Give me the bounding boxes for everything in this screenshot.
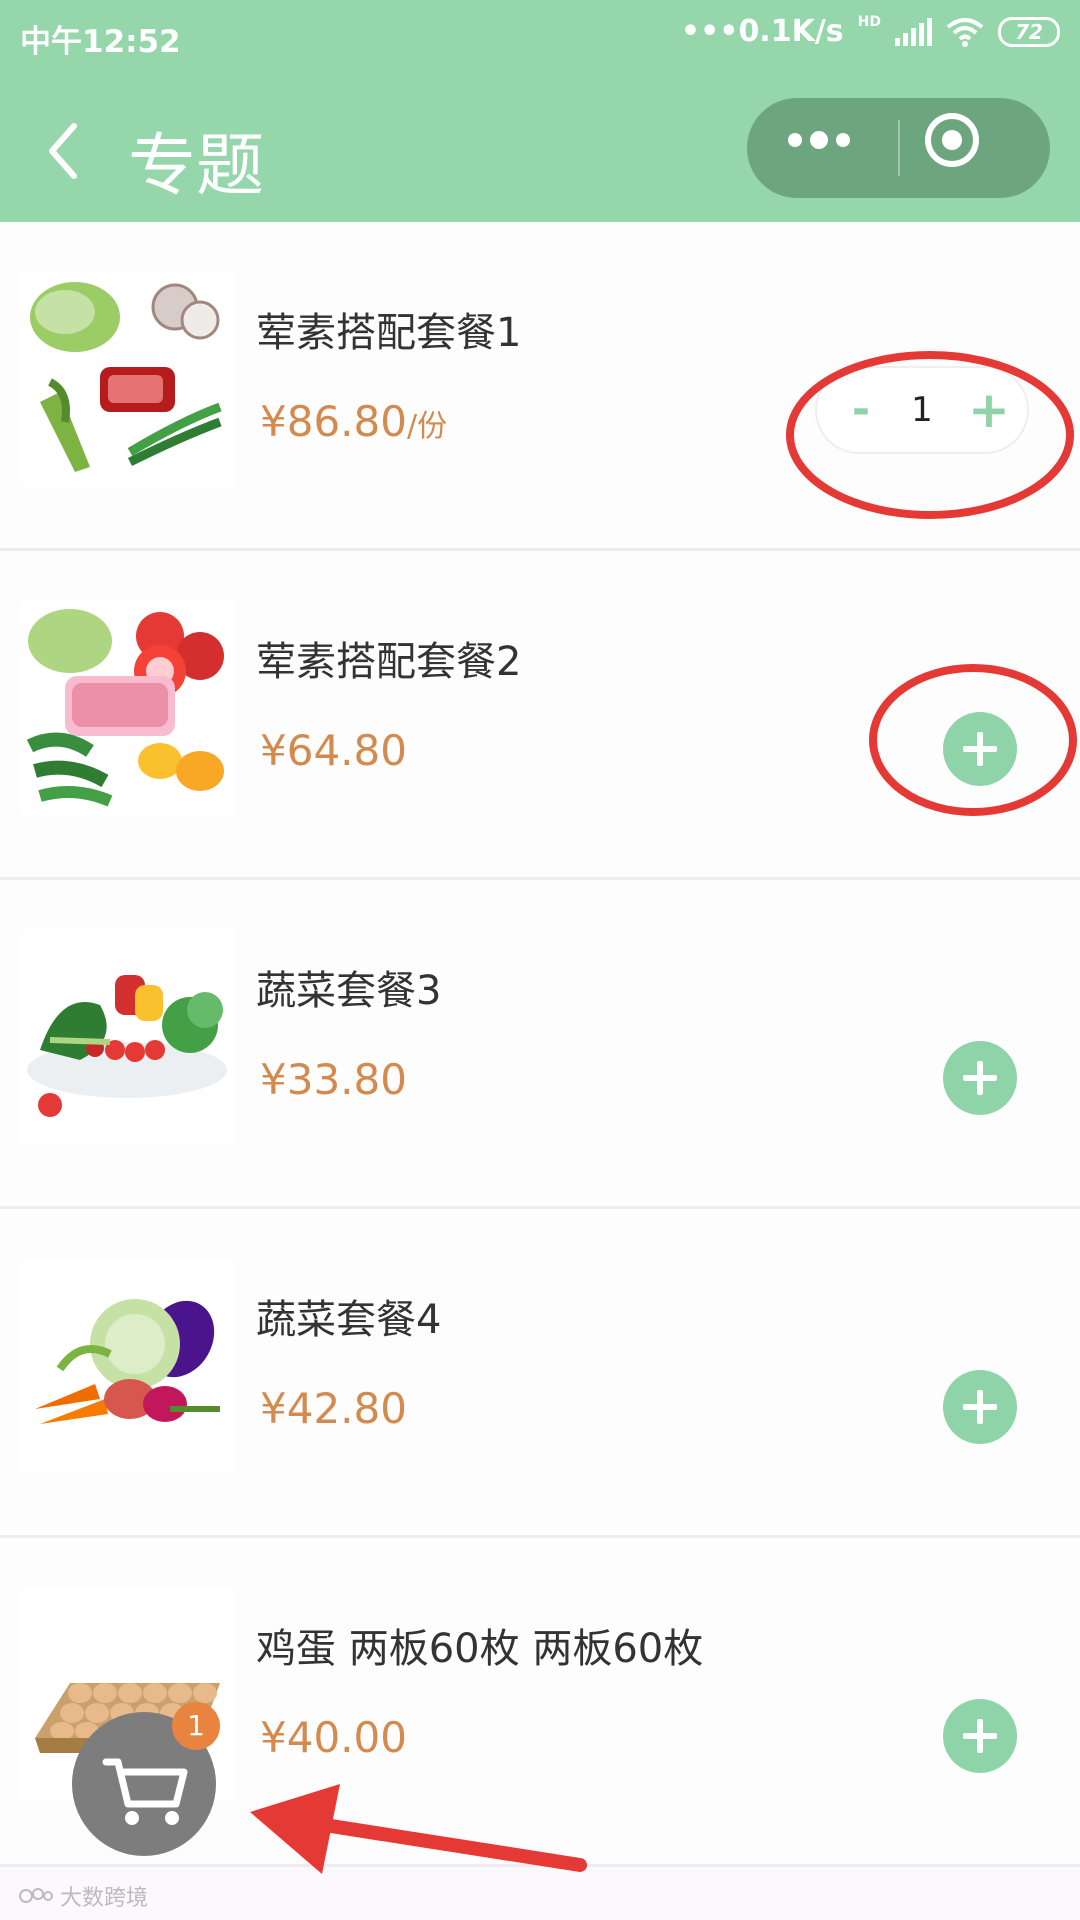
product-name: 蔬菜套餐4 [256,1297,442,1343]
product-list: 荤素搭配套餐1 ¥86.80/份 - 1 + 荤素搭配套餐2 ¥64.80 蔬菜… [0,222,1080,1867]
add-to-cart-button[interactable] [943,1699,1017,1773]
vegetables-meat-icon [20,272,234,486]
signal-icon [895,17,932,46]
close-button[interactable] [900,98,1050,198]
product-row[interactable]: 蔬菜套餐3 ¥33.80 [0,880,1080,1209]
add-to-cart-button[interactable] [943,1041,1017,1115]
add-to-cart-button[interactable] [943,1370,1017,1444]
top-bar: 中午12:52 •••0.1K/s HD 72 专题 [0,0,1080,222]
decrease-button[interactable]: - [841,382,881,438]
product-row[interactable]: 蔬菜套餐4 ¥42.80 [0,1209,1080,1538]
tomato-meat-pepper-icon [20,601,234,815]
page-title: 专题 [128,127,265,206]
watermark: 大数跨境 [18,1880,148,1912]
wifi-icon [946,17,984,47]
product-name: 荤素搭配套餐2 [256,639,522,685]
quantity-stepper: - 1 + [815,366,1029,454]
battery-icon: 72 [998,16,1060,47]
network-speed: •••0.1K/s [680,14,844,49]
watermark-logo-icon [19,1888,53,1903]
product-name: 荤素搭配套餐1 [256,310,522,356]
vegetable-plate-icon [20,930,234,1144]
product-name: 蔬菜套餐3 [256,968,442,1014]
quantity-value: 1 [911,390,933,430]
more-button[interactable] [747,98,897,198]
hd-label: HD [857,14,881,30]
cabbage-vegetables-icon [20,1259,234,1473]
mini-program-capsule [747,98,1050,198]
back-button[interactable] [40,116,90,186]
increase-button[interactable]: + [967,382,1011,438]
product-price: ¥42.80 [260,1384,407,1433]
product-price: ¥33.80 [260,1055,407,1104]
nav-bar: 专题 [0,80,1080,220]
more-dots-icon [788,131,850,149]
cart-badge: 1 [172,1702,220,1750]
status-time: 中午12:52 [20,24,181,60]
status-bar: 中午12:52 •••0.1K/s HD 72 [0,0,1080,70]
product-price: ¥64.80 [260,726,407,775]
status-icons: •••0.1K/s HD 72 [681,14,1060,49]
chevron-left-icon [49,123,77,179]
target-close-icon [925,113,979,167]
product-price: ¥86.80/份 [260,397,448,446]
add-to-cart-button[interactable] [943,712,1017,786]
price-unit: /份 [406,409,448,444]
watermark-text: 大数跨境 [60,1886,149,1911]
product-row[interactable]: 荤素搭配套餐1 ¥86.80/份 - 1 + [0,222,1080,551]
product-price: ¥40.00 [260,1713,407,1762]
product-name: 鸡蛋 两板60枚 两板60枚 [256,1626,704,1672]
product-row[interactable]: 荤素搭配套餐2 ¥64.80 [0,551,1080,880]
